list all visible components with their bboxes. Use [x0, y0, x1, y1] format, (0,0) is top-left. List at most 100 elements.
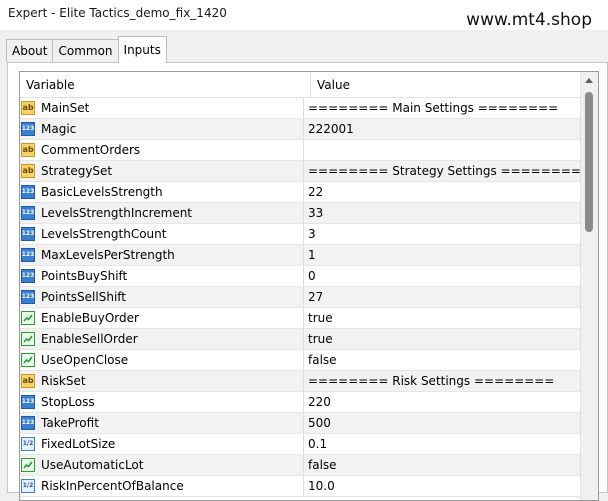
table-row[interactable]: EnableBuyOrder true	[20, 308, 598, 329]
column-header-value[interactable]: Value	[311, 72, 598, 97]
variable-name: Magic	[41, 122, 77, 136]
table-row[interactable]: ab StrategySet ======== Strategy Settings …	[20, 161, 598, 182]
integer-type-icon: 123	[21, 185, 35, 199]
value-cell[interactable]	[304, 140, 598, 160]
value-cell[interactable]: 220	[304, 392, 598, 412]
integer-type-icon: 123	[21, 227, 35, 241]
variable-cell: EnableBuyOrder	[20, 308, 304, 328]
boolean-type-icon	[21, 311, 35, 325]
table-row[interactable]: 123 Magic 222001	[20, 119, 598, 140]
variable-cell: UseAutomaticLot	[20, 455, 304, 475]
table-row[interactable]: ab RiskSet ======== Risk Settings ========	[20, 371, 598, 392]
table-row[interactable]: 123 LevelsStrengthCount 3	[20, 224, 598, 245]
table-row[interactable]: 1/2 FixedLotSize 0.1	[20, 434, 598, 455]
variable-name: UseOpenClose	[41, 353, 129, 367]
value-cell[interactable]: 0.1	[304, 434, 598, 454]
variable-name: TakeProfit	[41, 416, 99, 430]
integer-type-icon: 123	[21, 416, 35, 430]
inputs-grid: Variable Value ab MainSet ======== Main Se…	[19, 71, 599, 501]
variable-cell: ab CommentOrders	[20, 140, 304, 160]
value-cell[interactable]: ======== Main Settings ========	[304, 98, 598, 118]
variable-cell: 123 LevelsStrengthCount	[20, 224, 304, 244]
table-row[interactable]: 123 LevelsStrengthIncrement 33	[20, 203, 598, 224]
table-row[interactable]: UseOpenClose false	[20, 350, 598, 371]
table-row[interactable]: EnableSellOrder true	[20, 329, 598, 350]
variable-cell: 123 StopLoss	[20, 392, 304, 412]
table-row[interactable]: UseAutomaticLot false	[20, 455, 598, 476]
integer-type-icon: 123	[21, 122, 35, 136]
integer-type-icon: 123	[21, 269, 35, 283]
variable-name: StrategySet	[41, 164, 113, 178]
variable-name: MaxLevelsPerStrength	[41, 248, 175, 262]
table-row[interactable]: 123 BasicLevelsStrength 22	[20, 182, 598, 203]
value-cell[interactable]: ======== Risk Settings ========	[304, 371, 598, 391]
window-title: Expert - Elite Tactics_demo_fix_1420	[8, 6, 227, 20]
variable-cell: 123 MaxLevelsPerStrength	[20, 245, 304, 265]
title-bar: Expert - Elite Tactics_demo_fix_1420 www…	[0, 0, 608, 30]
variable-cell: 123 TakeProfit	[20, 413, 304, 433]
grid-header: Variable Value	[20, 72, 598, 98]
value-cell[interactable]: 500	[304, 413, 598, 433]
boolean-type-icon	[21, 353, 35, 367]
scrollbar-thumb[interactable]	[585, 92, 593, 232]
variable-name: RiskSet	[41, 374, 86, 388]
value-cell[interactable]: 10.0	[304, 476, 598, 496]
boolean-type-icon	[21, 332, 35, 346]
scroll-up-arrow-icon[interactable]	[585, 78, 593, 83]
value-cell[interactable]: 222001	[304, 119, 598, 139]
variable-name: StopLoss	[41, 395, 95, 409]
value-cell[interactable]: false	[304, 455, 598, 475]
table-row[interactable]: 123 PointsBuyShift 0	[20, 266, 598, 287]
string-type-icon: ab	[21, 143, 35, 157]
table-row[interactable]: 123 PointsSellShift 27	[20, 287, 598, 308]
table-row[interactable]: ab MainSet ======== Main Settings ========	[20, 98, 598, 119]
variable-name: PointsBuyShift	[41, 269, 128, 283]
value-cell[interactable]: 0	[304, 266, 598, 286]
variable-cell: ab StrategySet	[20, 161, 304, 181]
string-type-icon: ab	[21, 164, 35, 178]
variable-cell: 123 PointsBuyShift	[20, 266, 304, 286]
table-row[interactable]: ab CommentOrders	[20, 140, 598, 161]
variable-name: PointsSellShift	[41, 290, 126, 304]
double-type-icon: 1/2	[21, 437, 35, 451]
tab-inputs[interactable]: Inputs	[117, 36, 167, 63]
integer-type-icon: 123	[21, 395, 35, 409]
variable-cell: 1/2 RiskInPercentOfBalance	[20, 476, 304, 496]
value-cell[interactable]: 1	[304, 245, 598, 265]
variable-cell: 1/2 FixedLotSize	[20, 434, 304, 454]
value-cell[interactable]: true	[304, 329, 598, 349]
double-type-icon: 1/2	[21, 479, 35, 493]
variable-cell: 123 PointsSellShift	[20, 287, 304, 307]
variable-name: EnableSellOrder	[41, 332, 138, 346]
variable-name: MainSet	[41, 101, 90, 115]
value-cell[interactable]: ======== Strategy Settings ========	[304, 161, 598, 181]
value-cell[interactable]: 3	[304, 224, 598, 244]
variable-name: UseAutomaticLot	[41, 458, 144, 472]
variable-cell: ab RiskSet	[20, 371, 304, 391]
variable-cell: UseOpenClose	[20, 350, 304, 370]
boolean-type-icon	[21, 458, 35, 472]
table-row[interactable]: 123 StopLoss 220	[20, 392, 598, 413]
vertical-scrollbar[interactable]	[580, 72, 598, 500]
variable-cell: EnableSellOrder	[20, 329, 304, 349]
variable-name: FixedLotSize	[41, 437, 116, 451]
value-cell[interactable]: 27	[304, 287, 598, 307]
variable-name: BasicLevelsStrength	[41, 185, 163, 199]
table-row[interactable]: 123 TakeProfit 500	[20, 413, 598, 434]
value-cell[interactable]: 22	[304, 182, 598, 202]
column-header-variable[interactable]: Variable	[20, 72, 311, 97]
table-row[interactable]: 1/2 RiskInPercentOfBalance 10.0	[20, 476, 598, 497]
variable-name: CommentOrders	[41, 143, 141, 157]
tab-common[interactable]: Common	[52, 39, 119, 62]
variable-name: RiskInPercentOfBalance	[41, 479, 184, 493]
variable-cell: 123 BasicLevelsStrength	[20, 182, 304, 202]
integer-type-icon: 123	[21, 206, 35, 220]
variable-cell: 123 LevelsStrengthIncrement	[20, 203, 304, 223]
tab-about[interactable]: About	[6, 39, 54, 62]
integer-type-icon: 123	[21, 248, 35, 262]
value-cell[interactable]: true	[304, 308, 598, 328]
table-row[interactable]: 123 MaxLevelsPerStrength 1	[20, 245, 598, 266]
variable-name: LevelsStrengthCount	[41, 227, 167, 241]
value-cell[interactable]: 33	[304, 203, 598, 223]
value-cell[interactable]: false	[304, 350, 598, 370]
